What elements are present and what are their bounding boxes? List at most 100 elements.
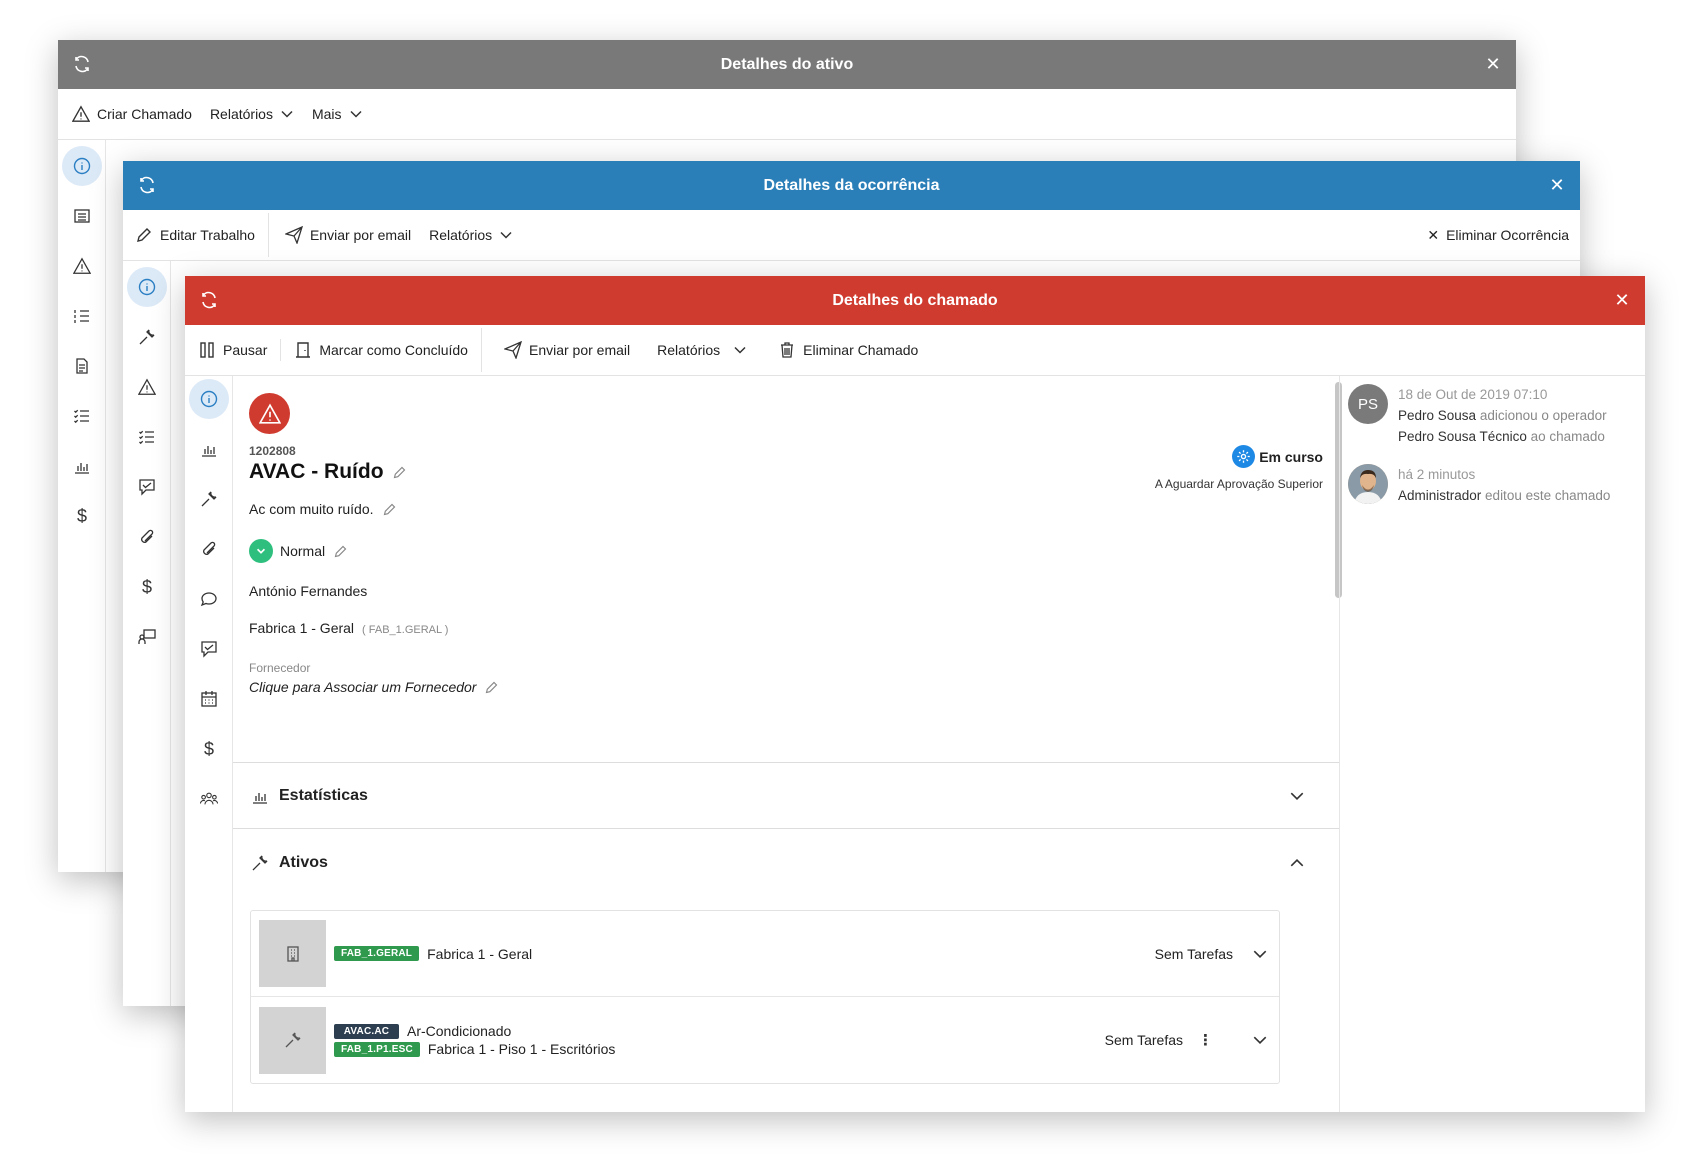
door-icon xyxy=(296,342,311,358)
nav-chart-icon[interactable] xyxy=(62,446,102,486)
asset-tasks: Sem Tarefas xyxy=(1104,1032,1183,1048)
asset-tasks: Sem Tarefas xyxy=(1154,945,1233,962)
chevron-down-icon xyxy=(500,231,512,239)
mark-done-label: Marcar como Concluído xyxy=(319,342,468,358)
edit-work-button[interactable]: Editar Trabalho xyxy=(123,210,264,260)
delete-occurrence-button[interactable]: ✕ Eliminar Ocorrência xyxy=(1418,210,1580,260)
pause-button[interactable]: Pausar xyxy=(185,325,276,375)
supplier-link[interactable]: Clique para Associar um Fornecedor xyxy=(249,679,476,695)
nav-review-icon[interactable] xyxy=(189,629,229,669)
assets-section-header[interactable]: Ativos xyxy=(233,830,1339,896)
ticket-description: Ac com muito ruído. xyxy=(249,501,374,517)
edit-pencil-icon[interactable] xyxy=(392,465,407,480)
avatar-initials: PS xyxy=(1357,395,1378,413)
more-options-icon[interactable]: ⋮ xyxy=(1198,1031,1213,1049)
edit-work-label: Editar Trabalho xyxy=(160,227,255,243)
nav-wrench-icon[interactable] xyxy=(189,479,229,519)
nav-attachment-icon[interactable] xyxy=(189,529,229,569)
nav-comment-icon[interactable] xyxy=(189,579,229,619)
statistics-section-header[interactable]: Estatísticas xyxy=(233,763,1339,829)
refresh-icon[interactable] xyxy=(199,290,219,310)
edit-pencil-icon[interactable] xyxy=(484,680,499,695)
priority-row: Normal xyxy=(249,539,348,563)
nav-info-icon[interactable] xyxy=(127,267,167,307)
supplier-label: Fornecedor xyxy=(249,661,311,675)
close-icon[interactable]: ✕ xyxy=(1484,55,1502,73)
wrench-icon xyxy=(252,855,268,871)
location-row: Fabrica 1 - Geral ( FAB_1.GERAL ) xyxy=(249,620,448,636)
nav-warning-icon[interactable] xyxy=(62,246,102,286)
warning-icon xyxy=(258,403,281,424)
asset-row[interactable]: AVAC.AC Ar-Condicionado FAB_1.P1.ESC Fab… xyxy=(251,997,1279,1083)
refresh-icon[interactable] xyxy=(72,54,92,74)
send-email-button[interactable]: Enviar por email xyxy=(273,210,420,260)
toolbar-divider xyxy=(480,328,482,372)
ticket-main-content: 1202808 AVAC - Ruído Ac com muito ruído.… xyxy=(233,376,1342,1112)
delete-ticket-label: Eliminar Chamado xyxy=(803,342,919,358)
nav-dollar-icon[interactable]: $ xyxy=(62,496,102,536)
nav-document-icon[interactable] xyxy=(62,346,102,386)
asset-row[interactable]: FAB_1.GERAL Fabrica 1 - Geral Sem Tarefa… xyxy=(251,911,1279,997)
reports-dropdown[interactable]: Relatórios xyxy=(420,210,522,260)
chevron-down-icon[interactable] xyxy=(1252,1032,1268,1048)
activity-actor[interactable]: Pedro Sousa xyxy=(1398,408,1476,423)
ticket-id: 1202808 xyxy=(249,444,296,458)
location-name[interactable]: Fabrica 1 - Geral xyxy=(249,620,354,636)
requester-name: António Fernandes xyxy=(249,583,368,599)
nav-team-icon[interactable] xyxy=(189,779,229,819)
refresh-icon[interactable] xyxy=(137,175,157,195)
nav-presentation-icon[interactable] xyxy=(127,617,167,657)
activity-time: 18 de Out de 2019 07:10 xyxy=(1398,387,1548,402)
mark-done-button[interactable]: Marcar como Concluído xyxy=(285,325,477,375)
nav-list-icon[interactable] xyxy=(62,196,102,236)
wrench-icon xyxy=(259,1006,326,1074)
ticket-toolbar: Pausar Marcar como Concluído Enviar por … xyxy=(185,325,1645,376)
nav-info-icon[interactable] xyxy=(62,146,102,186)
close-icon[interactable]: ✕ xyxy=(1613,291,1631,309)
reports-dropdown[interactable]: Relatórios xyxy=(201,89,303,139)
nav-chart-icon[interactable] xyxy=(189,429,229,469)
priority-chevron-icon[interactable] xyxy=(249,539,273,563)
nav-attachment-icon[interactable] xyxy=(127,517,167,557)
nav-numbered-list-icon[interactable] xyxy=(62,296,102,336)
send-email-button[interactable]: Enviar por email xyxy=(486,325,639,375)
priority-label: Normal xyxy=(280,543,326,559)
chevron-down-icon xyxy=(734,346,746,354)
nav-info-icon[interactable] xyxy=(189,379,229,419)
reports-label: Relatórios xyxy=(429,227,493,243)
close-icon[interactable]: ✕ xyxy=(1548,176,1566,194)
status-label[interactable]: Em curso xyxy=(1259,449,1323,465)
assets-title: Ativos xyxy=(279,854,328,871)
window-title: Detalhes do ativo xyxy=(720,55,854,73)
nav-review-icon[interactable] xyxy=(127,467,167,507)
chevron-down-icon[interactable] xyxy=(1252,946,1268,962)
activity-panel: PS 18 de Out de 2019 07:10 Pedro Sousa a… xyxy=(1339,376,1645,1112)
edit-pencil-icon[interactable] xyxy=(382,502,397,517)
more-label: Mais xyxy=(311,106,342,122)
activity-actor[interactable]: Administrador xyxy=(1398,488,1481,503)
occurrence-toolbar: Editar Trabalho Enviar por email Relatór… xyxy=(123,210,1580,261)
nav-calendar-icon[interactable] xyxy=(189,679,229,719)
nav-warning-icon[interactable] xyxy=(127,367,167,407)
nav-checklist-icon[interactable] xyxy=(127,417,167,457)
activity-target[interactable]: Pedro Sousa Técnico xyxy=(1398,429,1527,444)
more-dropdown[interactable]: Mais xyxy=(303,89,372,139)
avatar: PS xyxy=(1348,384,1388,424)
reports-dropdown[interactable]: Relatórios xyxy=(639,325,756,375)
ticket-details-window: Detalhes do chamado ✕ Pausar Marcar como… xyxy=(185,276,1645,1112)
nav-wrench-icon[interactable] xyxy=(127,317,167,357)
nav-checklist-icon[interactable] xyxy=(62,396,102,436)
nav-dollar-icon[interactable]: $ xyxy=(189,729,229,769)
asset-code-tag: AVAC.AC xyxy=(334,1023,399,1039)
description-row: Ac com muito ruído. xyxy=(249,501,397,517)
asset-sidenav: $ xyxy=(58,140,106,872)
activity-suffix: ao chamado xyxy=(1530,429,1605,444)
delete-ticket-button[interactable]: Eliminar Chamado xyxy=(756,325,927,375)
create-ticket-button[interactable]: Criar Chamado xyxy=(58,89,201,139)
ticket-titlebar: Detalhes do chamado ✕ xyxy=(185,276,1645,325)
edit-pencil-icon[interactable] xyxy=(333,544,348,559)
send-icon xyxy=(284,226,303,244)
asset-code-tag: FAB_1.GERAL xyxy=(334,946,420,961)
avatar xyxy=(1348,464,1388,504)
nav-dollar-icon[interactable]: $ xyxy=(127,567,167,607)
